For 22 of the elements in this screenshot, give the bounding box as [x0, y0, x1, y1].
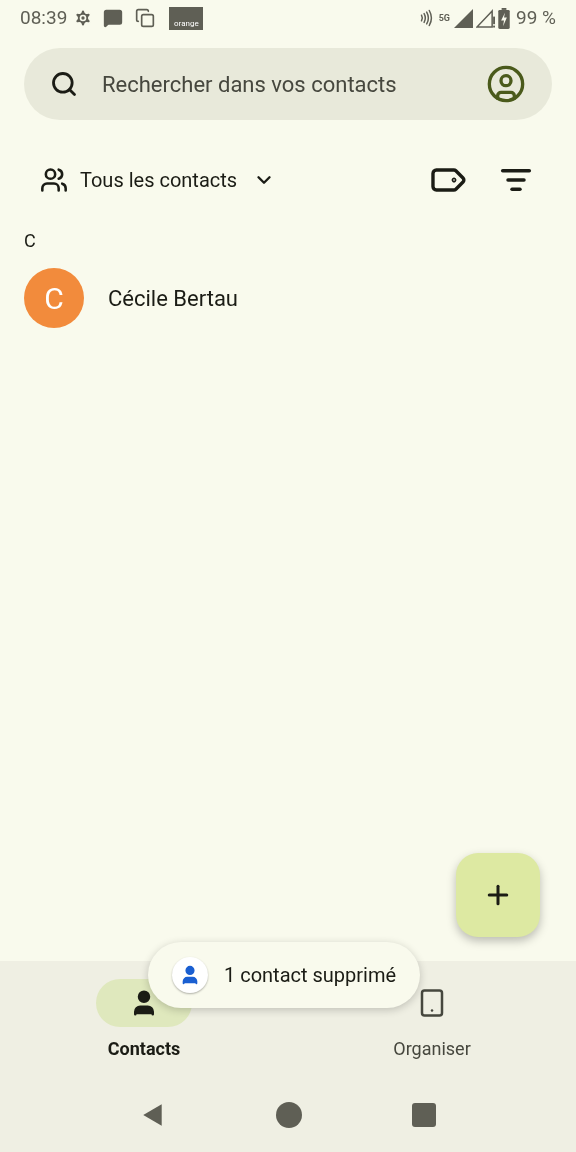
home-button[interactable] — [276, 1102, 302, 1128]
battery-level: 99 % — [516, 4, 556, 31]
signal-icon — [454, 8, 473, 28]
search-field[interactable]: Rechercher dans vos contacts — [24, 48, 552, 120]
person-icon — [172, 957, 208, 993]
account-icon[interactable] — [486, 64, 526, 104]
people-icon — [40, 166, 68, 194]
section-letter: C — [23, 228, 37, 253]
contact-name: Cécile Bertau — [108, 284, 238, 313]
message-icon — [103, 8, 124, 28]
contact-avatar: C — [24, 268, 84, 328]
contacts-filter-dropdown[interactable]: Tous les contacts — [40, 165, 276, 195]
carrier-logo: orange — [169, 6, 204, 30]
search-icon — [50, 70, 78, 98]
network-type: 5G — [438, 13, 450, 23]
copy-icon — [135, 8, 156, 28]
contact-row[interactable]: C Cécile Bertau — [0, 260, 576, 336]
search-input[interactable]: Rechercher dans vos contacts — [102, 67, 486, 101]
status-time: 08:39 — [20, 4, 68, 31]
signal-icon — [476, 8, 495, 28]
snackbar-text: 1 contact supprimé — [224, 962, 397, 989]
battery-icon — [498, 7, 510, 29]
